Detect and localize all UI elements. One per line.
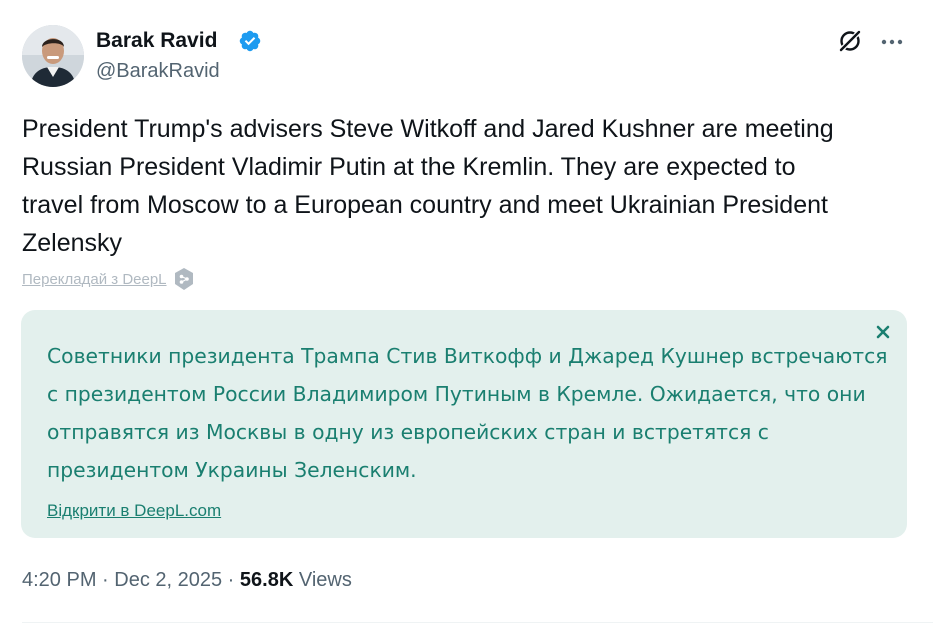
translate-with-deepl-link[interactable]: Перекладай з DeepL <box>22 271 167 288</box>
grok-icon[interactable] <box>836 27 864 55</box>
more-horizontal-icon[interactable] <box>878 28 906 56</box>
translate-row: Перекладай з DeepL <box>22 266 195 292</box>
tweet-time[interactable]: 4:20 PM <box>22 569 96 591</box>
tweet-date[interactable]: Dec 2, 2025 <box>114 569 222 591</box>
avatar-photo-icon <box>22 25 84 87</box>
views-count: 56.8K <box>239 569 294 591</box>
deepl-icon <box>174 268 193 290</box>
divider <box>22 622 933 623</box>
translation-panel: Советники президента Трампа Стив Виткофф… <box>21 310 907 538</box>
translation-text: Советники президента Трампа Стив Виткофф… <box>47 344 888 482</box>
author-name[interactable]: Barak Ravid <box>96 28 217 54</box>
tweet-meta: 4:20 PM · Dec 2, 2025 · 56.8K Views <box>22 567 352 593</box>
meta-separator: · <box>96 569 115 591</box>
tweet-card: Barak Ravid @BarakRavid President Trump'… <box>0 0 933 634</box>
author-avatar[interactable] <box>22 25 84 87</box>
meta-separator: · <box>222 569 240 591</box>
open-in-deepl-link[interactable]: Відкрити в DeepL.com <box>47 500 221 522</box>
tweet-text: President Trump's advisers Steve Witkoff… <box>22 115 834 257</box>
verified-badge-icon <box>239 30 261 52</box>
views-label: Views <box>298 569 352 591</box>
author-handle[interactable]: @BarakRavid <box>96 59 220 83</box>
